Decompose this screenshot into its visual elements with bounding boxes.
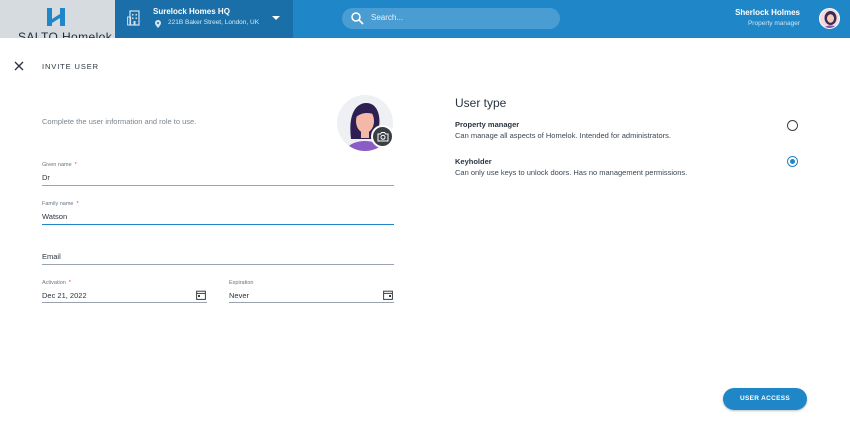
site-name: Surelock Homes HQ — [153, 7, 230, 16]
radio-keyholder[interactable] — [787, 156, 798, 167]
given-name-label: Given name * — [42, 162, 77, 168]
page-title: INVITE USER — [42, 62, 99, 71]
family-name-underline — [42, 224, 394, 226]
user-type-option-title: Property manager — [455, 120, 520, 129]
email-underline — [42, 264, 394, 265]
homelok-logo-icon — [47, 8, 65, 26]
family-name-field[interactable]: Family name * Watson — [42, 201, 394, 226]
activation-label: Activation * — [42, 280, 71, 286]
user-type-option-title: Keyholder — [455, 157, 492, 166]
building-icon — [127, 10, 140, 26]
user-avatar-icon — [823, 11, 838, 28]
camera-icon — [377, 132, 388, 142]
current-user-name[interactable]: Sherlock Holmes — [735, 8, 800, 17]
activation-underline — [42, 302, 207, 303]
expiration-underline — [229, 302, 394, 303]
change-photo-button[interactable] — [371, 125, 394, 148]
email-field[interactable] — [42, 250, 394, 265]
user-type-option-description: Can manage all aspects of Homelok. Inten… — [455, 131, 671, 140]
close-icon[interactable] — [13, 60, 25, 72]
family-name-label: Family name * — [42, 201, 79, 207]
given-name-underline — [42, 185, 394, 186]
expiration-label: Expiration — [229, 280, 254, 286]
site-address: 221B Baker Street, London, UK — [168, 19, 260, 26]
chevron-down-icon[interactable] — [272, 15, 280, 21]
user-type-option-description: Can only use keys to unlock doors. Has n… — [455, 168, 688, 177]
logo-text: SALTO Homelok — [18, 30, 113, 38]
activation-field[interactable]: Activation * Dec 21, 2022 — [42, 280, 207, 303]
expiration-field[interactable]: Expiration Never — [229, 280, 394, 303]
intro-text: Complete the user information and role t… — [42, 117, 197, 126]
location-pin-icon — [155, 20, 161, 28]
user-access-button[interactable]: USER ACCESS — [723, 388, 807, 410]
current-user-role: Property manager — [747, 20, 800, 27]
calendar-icon[interactable] — [196, 290, 206, 300]
expiration-input[interactable]: Never — [229, 291, 249, 300]
family-name-input[interactable]: Watson — [42, 212, 67, 221]
search-input[interactable]: Search... — [371, 13, 403, 22]
site-selector[interactable]: Surelock Homes HQ 221B Baker Street, Lon… — [115, 0, 293, 38]
top-bar: SALTO Homelok Surelock Homes HQ 221B Bak… — [0, 0, 850, 38]
radio-property-manager[interactable] — [787, 120, 798, 131]
given-name-field[interactable]: Given name * Dr — [42, 162, 394, 186]
avatar[interactable] — [819, 8, 840, 29]
given-name-input[interactable]: Dr — [42, 173, 50, 182]
activation-input[interactable]: Dec 21, 2022 — [42, 291, 87, 300]
email-input[interactable] — [42, 250, 394, 262]
search-icon — [351, 12, 364, 25]
calendar-icon[interactable] — [383, 290, 393, 300]
search-bar[interactable]: Search... — [342, 8, 560, 29]
logo[interactable]: SALTO Homelok — [0, 0, 115, 38]
user-type-title: User type — [455, 96, 507, 110]
